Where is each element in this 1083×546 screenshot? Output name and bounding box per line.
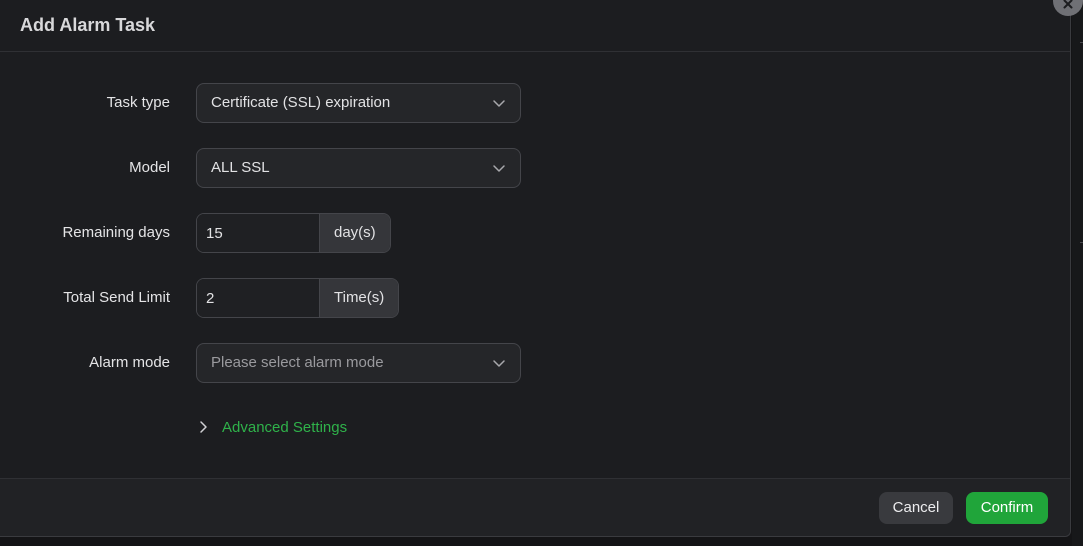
task-type-row: Task type Certificate (SSL) expiration: [0, 83, 600, 123]
cancel-button[interactable]: Cancel: [879, 492, 953, 524]
total-send-limit-input[interactable]: [197, 279, 320, 317]
close-icon: [1063, 0, 1073, 9]
dialog-header: Add Alarm Task: [0, 0, 1070, 52]
model-label: Model: [129, 159, 170, 176]
advanced-settings-toggle[interactable]: Advanced Settings: [198, 416, 347, 438]
task-type-select[interactable]: Certificate (SSL) expiration: [196, 83, 521, 123]
add-alarm-task-dialog: Add Alarm Task Task type Certificate (SS…: [0, 0, 1071, 537]
chevron-down-icon: [493, 165, 505, 172]
total-send-limit-group: Time(s): [196, 278, 400, 318]
dialog-footer: Cancel Confirm: [0, 478, 1070, 536]
alarm-mode-select[interactable]: Please select alarm mode: [196, 343, 521, 383]
alarm-mode-label: Alarm mode: [89, 354, 170, 371]
model-row: Model ALL SSL: [0, 148, 600, 188]
alarm-mode-placeholder: Please select alarm mode: [211, 354, 384, 371]
dialog-title: Add Alarm Task: [20, 15, 156, 35]
remaining-days-unit: day(s): [320, 214, 390, 252]
chevron-down-icon: [493, 360, 505, 367]
background-page-edge: [1072, 0, 1083, 546]
chevron-down-icon: [493, 100, 505, 107]
total-send-limit-row: Total Send Limit Time(s): [0, 278, 600, 318]
model-value: ALL SSL: [211, 159, 270, 176]
chevron-right-icon: [200, 421, 207, 433]
alarm-mode-row: Alarm mode Please select alarm mode: [0, 343, 600, 383]
total-send-limit-unit: Time(s): [320, 279, 399, 317]
remaining-days-label: Remaining days: [62, 224, 170, 241]
task-type-value: Certificate (SSL) expiration: [211, 94, 391, 111]
remaining-days-group: day(s): [196, 213, 391, 253]
model-select[interactable]: ALL SSL: [196, 148, 521, 188]
task-type-label: Task type: [106, 94, 170, 111]
advanced-settings-label: Advanced Settings: [222, 418, 348, 436]
confirm-button[interactable]: Confirm: [966, 492, 1048, 524]
remaining-days-input[interactable]: [197, 214, 320, 252]
remaining-days-row: Remaining days day(s): [0, 213, 600, 253]
total-send-limit-label: Total Send Limit: [63, 289, 170, 306]
